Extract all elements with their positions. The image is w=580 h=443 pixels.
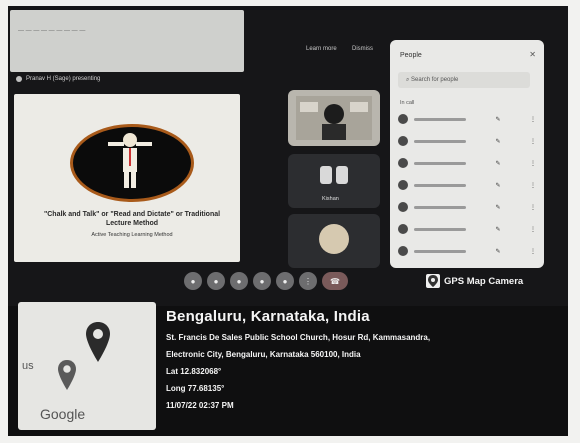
participant-name xyxy=(414,161,466,165)
webcam-person-icon xyxy=(296,96,372,140)
gps-logo-icon xyxy=(426,274,440,288)
present-icon[interactable]: ● xyxy=(276,272,294,290)
participant-tile[interactable] xyxy=(288,214,380,268)
participant-name xyxy=(414,205,466,209)
photo-frame: — — — — — — — — — Pranav H (Sage) presen… xyxy=(8,6,568,436)
search-placeholder: Search for people xyxy=(411,77,459,83)
close-icon[interactable]: ✕ xyxy=(529,50,536,59)
avatar xyxy=(398,202,408,212)
participant-name xyxy=(414,139,466,143)
map-pin-icon xyxy=(86,322,110,362)
google-logo: Google xyxy=(40,406,86,422)
mic-icon[interactable]: ✎ xyxy=(495,248,500,255)
more-icon[interactable]: ⋮ xyxy=(530,116,536,123)
latitude: Lat 12.832068° xyxy=(166,367,222,376)
participant-name xyxy=(414,249,466,253)
avatar xyxy=(398,114,408,124)
address-line-2: Electronic City, Bengaluru, Karnataka 56… xyxy=(166,350,361,359)
mic-icon[interactable]: ✎ xyxy=(495,226,500,233)
slide-subtitle: Active Teaching Learning Method xyxy=(91,232,173,238)
people-title: People xyxy=(400,52,422,59)
participant-tile[interactable]: Kishan xyxy=(288,154,380,208)
avatar xyxy=(398,224,408,234)
camera-icon[interactable]: ● xyxy=(207,272,225,290)
map-label: us xyxy=(22,360,34,372)
teacher-figure-icon xyxy=(108,133,152,188)
presenting-label: Pranav H (Sage) presenting xyxy=(16,76,100,82)
meeting-toolbar: ● ● ● ● ● ⋮ ☎ xyxy=(184,272,348,290)
list-item[interactable]: ✎ ⋮ xyxy=(398,132,536,150)
address-line-1: St. Francis De Sales Public School Churc… xyxy=(166,333,431,342)
location-info: Bengaluru, Karnataka, India St. Francis … xyxy=(166,308,564,414)
list-item[interactable]: ✎ ⋮ xyxy=(398,220,536,238)
avatar xyxy=(319,224,349,254)
gps-camera-badge: GPS Map Camera xyxy=(426,274,523,288)
more-icon[interactable]: ⋮ xyxy=(530,226,536,233)
slide-title: "Chalk and Talk" or "Read and Dictate" o… xyxy=(43,211,221,227)
list-item[interactable]: ✎ ⋮ xyxy=(398,198,536,216)
participant-tile[interactable] xyxy=(288,90,380,146)
captions-icon[interactable]: ● xyxy=(230,272,248,290)
presenter-avatar xyxy=(16,76,22,82)
list-item[interactable]: ✎ ⋮ xyxy=(398,176,536,194)
participant-thumbnail-icon xyxy=(320,166,348,184)
avatar xyxy=(398,158,408,168)
list-item[interactable]: ✎ ⋮ xyxy=(398,154,536,172)
list-item[interactable]: ✎ ⋮ xyxy=(398,110,536,128)
raise-hand-icon[interactable]: ● xyxy=(253,272,271,290)
mic-icon[interactable]: ✎ xyxy=(495,160,500,167)
mic-icon[interactable]: ✎ xyxy=(495,116,500,123)
learn-more-link[interactable]: Learn more xyxy=(306,46,337,52)
participant-name xyxy=(414,117,466,121)
people-section-label: In call xyxy=(400,100,415,106)
list-item[interactable]: ✎ ⋮ xyxy=(398,242,536,260)
people-panel: People ✕ ⌕ Search for people In call ✎ ⋮ … xyxy=(390,40,544,268)
datetime: 11/07/22 02:37 PM xyxy=(166,401,234,410)
shared-slide: "Chalk and Talk" or "Read and Dictate" o… xyxy=(14,94,240,262)
location-city: Bengaluru, Karnataka, India xyxy=(166,308,370,325)
meet-window: — — — — — — — — — Pranav H (Sage) presen… xyxy=(8,6,568,306)
presenting-text: Pranav H (Sage) presenting xyxy=(26,76,101,82)
mic-icon[interactable]: ✎ xyxy=(495,182,500,189)
participant-name xyxy=(414,227,466,231)
banner-text: — — — — — — — — — xyxy=(18,28,86,34)
more-icon[interactable]: ⋮ xyxy=(530,182,536,189)
more-icon[interactable]: ⋮ xyxy=(530,138,536,145)
more-icon[interactable]: ⋮ xyxy=(530,204,536,211)
more-icon[interactable]: ⋮ xyxy=(530,160,536,167)
longitude: Long 77.68135° xyxy=(166,384,225,393)
mic-icon[interactable]: ● xyxy=(184,272,202,290)
mic-icon[interactable]: ✎ xyxy=(495,204,500,211)
gps-app-name: GPS Map Camera xyxy=(444,275,524,287)
avatar xyxy=(398,180,408,190)
top-banner: — — — — — — — — — xyxy=(10,10,244,72)
mic-icon[interactable]: ✎ xyxy=(495,138,500,145)
map-pin-icon xyxy=(58,360,76,390)
end-call-icon[interactable]: ☎ xyxy=(322,272,348,290)
avatar xyxy=(398,246,408,256)
more-icon[interactable]: ⋮ xyxy=(530,248,536,255)
search-input[interactable]: ⌕ Search for people xyxy=(398,72,530,88)
tile-name: Kishan xyxy=(322,196,339,202)
dismiss-button[interactable]: Dismiss xyxy=(352,46,373,52)
more-icon[interactable]: ⋮ xyxy=(299,272,317,290)
participant-name xyxy=(414,183,466,187)
avatar xyxy=(398,136,408,146)
location-map: us Google xyxy=(18,302,156,430)
